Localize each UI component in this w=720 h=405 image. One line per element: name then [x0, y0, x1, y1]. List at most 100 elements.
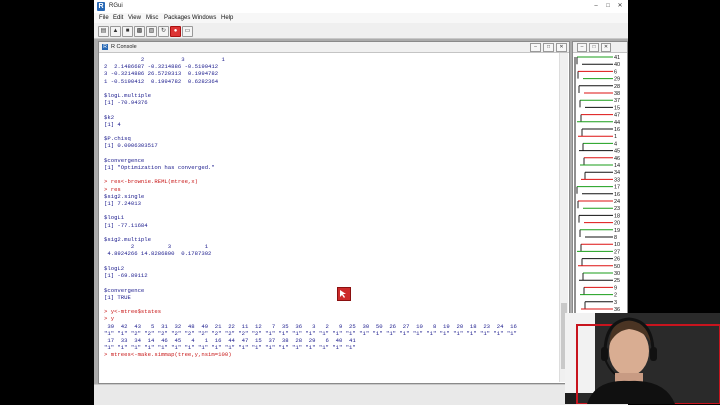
console-output-line: "1" "1" "2" "2" "2" "2" "2" "2" "2" "2" … [104, 329, 517, 337]
tip-label: 24 [614, 199, 620, 205]
tip-label: 6 [614, 69, 617, 75]
console-output-line: $k2 [104, 113, 115, 121]
tip-label: 16 [614, 127, 620, 133]
r-console-icon: R [102, 44, 108, 50]
console-output-line: $P.chisq [104, 135, 131, 143]
load-workspace-icon[interactable]: ▲ [110, 26, 121, 37]
console-command-line: > y [104, 315, 115, 323]
tip-label: 30 [614, 271, 620, 277]
graphics-close-button[interactable]: ✕ [601, 43, 611, 52]
tip-label: 33 [614, 177, 620, 183]
console-output-line [104, 85, 552, 92]
console-command-line: > res<-brownie.REML(mtree,x) [104, 178, 198, 186]
console-output-line: [1] 7.24013 [104, 200, 141, 208]
tip-label: 47 [614, 113, 620, 119]
menu-file[interactable]: File [99, 13, 109, 23]
presenter-video [565, 313, 720, 404]
console-output-line [104, 207, 552, 214]
open-script-icon[interactable]: ▤ [98, 26, 109, 37]
console-output-line: "1" "1" "1" "1" "1" "1" "1" "1" "1" "1" … [104, 344, 356, 352]
graphics-minimize-button[interactable]: – [577, 43, 587, 52]
console-output-line: $sig2.multiple [104, 236, 151, 244]
console-output-line [104, 258, 552, 265]
mouse-cursor-icon [337, 287, 351, 301]
console-maximize-button[interactable]: □ [543, 43, 554, 52]
console-minimize-button[interactable]: – [530, 43, 541, 52]
console-output-line: [1] -69.89112 [104, 272, 148, 280]
save-workspace-icon[interactable]: ■ [122, 26, 133, 37]
title-bar: R RGui – □ ✕ [94, 0, 628, 14]
console-close-button[interactable]: ✕ [556, 43, 567, 52]
menu-help[interactable]: Help [221, 13, 233, 23]
tip-label: 38 [614, 91, 620, 97]
tip-label: 9 [614, 285, 617, 291]
console-output-line: [1] -70.94376 [104, 99, 148, 107]
tip-label: 50 [614, 264, 620, 270]
console-output-line [104, 229, 552, 236]
tip-label: 10 [614, 242, 620, 248]
console-title-bar: R R Console – □ ✕ [99, 42, 569, 53]
console-command-line: > y<-mtree$states [104, 308, 162, 316]
menu-windows[interactable]: Windows [192, 13, 216, 23]
tip-label: 37 [614, 98, 620, 104]
console-output-line: 2 2.1486687 -0.3214886 -0.5190412 [104, 63, 219, 71]
tip-label: 23 [614, 206, 620, 212]
tip-label: 16 [614, 192, 620, 198]
tip-label: 1 [614, 134, 617, 140]
maximize-button[interactable]: □ [603, 2, 613, 11]
console-command-line: > mtrees<-make.simmap(tree,y,nsim=100) [104, 351, 232, 359]
tip-label: 25 [614, 278, 620, 284]
menu-bar: File Edit View Misc Packages Windows Hel… [94, 13, 628, 23]
console-output-line: 3 -0.3214886 26.5720313 0.1994782 [104, 70, 219, 78]
console-output-line: $logL1 [104, 214, 125, 222]
rgui-window: R RGui – □ ✕ File Edit View Misc Package… [94, 0, 628, 405]
menu-edit[interactable]: Edit [113, 13, 123, 23]
tip-label: 3 [614, 300, 617, 306]
console-output-line: $logL.multiple [104, 92, 151, 100]
print-icon[interactable]: ▭ [182, 26, 193, 37]
console-output-line: 4.8924266 14.8286800 0.1787302 [104, 250, 212, 258]
console-output-line [104, 128, 552, 135]
tip-label: 46 [614, 156, 620, 162]
tip-label: 44 [614, 120, 620, 126]
copy-paste-icon[interactable]: ↻ [158, 26, 169, 37]
menu-view[interactable]: View [128, 13, 141, 23]
console-output-line: [1] 0.0006303517 [104, 142, 158, 150]
tip-label: 40 [614, 62, 620, 68]
window-title: RGui [109, 3, 123, 9]
tip-label: 34 [614, 170, 620, 176]
console-output-line [104, 150, 552, 157]
console-output[interactable]: 2 3 12 2.1486687 -0.3214886 -0.5190412 3 … [104, 56, 552, 374]
tip-label: 15 [614, 105, 620, 111]
console-output-line: 17 33 34 14 46 45 4 1 16 44 47 15 37 38 … [104, 336, 356, 344]
console-output-line: [1] "Optimization has converged." [104, 164, 215, 172]
console-output-line: $convergence [104, 286, 145, 294]
copy-icon[interactable]: ▩ [134, 26, 145, 37]
menu-misc[interactable]: Misc [146, 13, 158, 23]
menu-packages[interactable]: Packages [164, 13, 190, 23]
minimize-button[interactable]: – [591, 2, 601, 11]
console-output-line: [1] -77.11684 [104, 221, 148, 229]
console-output-line: 2 3 1 [104, 56, 225, 63]
tip-label: 4 [614, 141, 617, 147]
graphics-title-bar: – □ ✕ [573, 42, 627, 53]
tip-label: 45 [614, 149, 620, 155]
toolbar: ▤ ▲ ■ ▩ ▧ ↻ ● ▭ [94, 23, 628, 39]
r-console-window[interactable]: R R Console – □ ✕ 2 3 12 2.1486687 -0.32… [98, 41, 570, 384]
tip-label: 17 [614, 185, 620, 191]
tip-label: 14 [614, 163, 620, 169]
tip-label: 41 [614, 55, 620, 61]
console-output-line: 2 3 1 [104, 243, 209, 251]
console-output-line: $convergence [104, 156, 145, 164]
graphics-maximize-button[interactable]: □ [589, 43, 599, 52]
console-output-line [104, 279, 552, 286]
console-output-line: [1] 4 [104, 120, 121, 128]
console-output-line: [1] TRUE [104, 293, 131, 301]
console-output-line [104, 171, 552, 178]
paste-icon[interactable]: ▧ [146, 26, 157, 37]
stop-icon[interactable]: ● [170, 26, 181, 37]
tip-label: 2 [614, 293, 617, 299]
tip-label: 18 [614, 213, 620, 219]
close-button[interactable]: ✕ [615, 2, 625, 11]
console-output-line: 39 42 43 5 31 32 48 49 21 22 11 12 7 35 … [104, 322, 517, 330]
